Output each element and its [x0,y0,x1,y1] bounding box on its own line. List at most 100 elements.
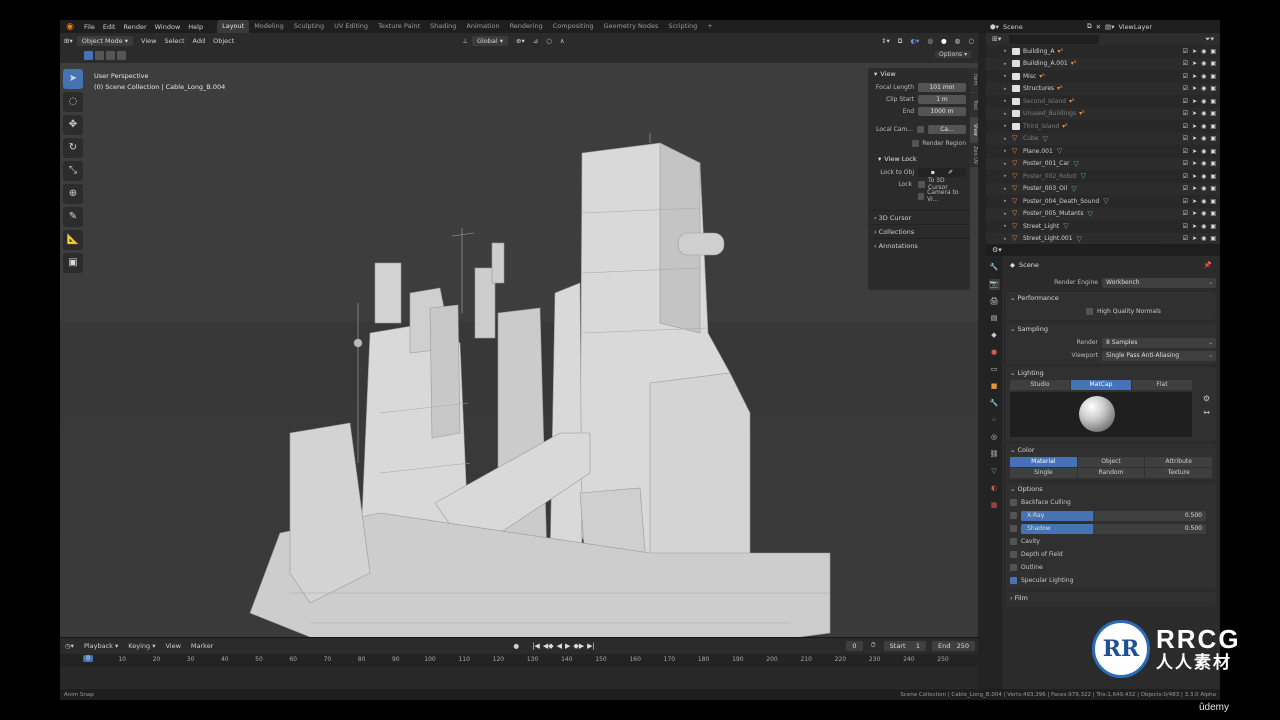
scene-name[interactable]: Scene [1003,23,1083,31]
camera-icon[interactable]: ▣ [1210,148,1216,155]
filter-icon[interactable]: ⏷▾ [1205,35,1214,44]
specular-checkbox[interactable] [1010,577,1017,584]
add-workspace-icon[interactable]: + [702,20,717,33]
menu-playback[interactable]: Playback ▾ [79,642,123,650]
matcap-preview[interactable] [1010,392,1192,437]
collection-tab-icon[interactable]: ▭ [989,364,1000,375]
eye-icon[interactable]: ◉ [1201,60,1206,67]
record-icon[interactable]: ● [508,642,524,650]
outliner-row[interactable]: ▸ ▽ Poster_001_Car ▽ ☑ ➤ ◉ ▣ [986,157,1220,170]
color-mode-option[interactable]: Texture [1145,468,1213,478]
clock-icon[interactable]: ◷▾ [60,642,79,650]
rotate-tool-icon[interactable]: ↻ [63,138,83,158]
shading-wireframe-icon[interactable]: ◎ [923,37,937,45]
outliner-row[interactable]: ▸ Third_Island ▾⁸ ☑ ➤ ◉ ▣ [986,120,1220,133]
timeline-ruler[interactable]: 0 10 20 30 40 50 60 70 80 90 100 110 120 130 140 150 16… [60,654,978,666]
exclude-checkbox-icon[interactable]: ☑ [1183,110,1188,117]
select-mode-buttons[interactable] [84,51,126,60]
menu-file[interactable]: File [80,23,99,31]
cavity-checkbox[interactable] [1010,538,1017,545]
outliner-row[interactable]: ▸ ▽ Cube ▽ ☑ ➤ ◉ ▣ [986,132,1220,145]
expand-arrow-icon[interactable]: ▸ [1004,173,1012,179]
color-header[interactable]: ⌄ Color [1006,444,1216,457]
color-mode-option[interactable]: Material [1010,457,1077,467]
gizmo-toggle-icon[interactable]: ⇕▾ [877,37,894,45]
outliner-row[interactable]: ▸ ▽ Plane.001 ▽ ☑ ➤ ◉ ▣ [986,145,1220,158]
outliner-row[interactable]: ▸ Misc ▾⁸ ☑ ➤ ◉ ▣ [986,70,1220,83]
options-dropdown[interactable]: Options ▾ [935,51,972,58]
tab-layout[interactable]: Layout [217,20,250,33]
tab-geometry-nodes[interactable]: Geometry Nodes [599,20,664,33]
menu-object[interactable]: Object [209,37,238,45]
selectable-icon[interactable]: ➤ [1192,123,1197,130]
shading-solid-icon[interactable]: ● [937,37,951,45]
expand-arrow-icon[interactable]: ▸ [1004,236,1012,242]
camera-to-view-checkbox[interactable] [918,192,925,200]
stopwatch-icon[interactable]: ⏱ [866,641,881,650]
render-engine-dropdown[interactable]: Workbench ⌄ [1102,277,1216,288]
selectable-icon[interactable]: ➤ [1192,198,1197,205]
camera-icon[interactable]: ▣ [1210,110,1216,117]
selectable-icon[interactable]: ➤ [1192,173,1197,180]
texture-tab-icon[interactable]: ▦ [989,500,1000,511]
outliner-row[interactable]: ▸ Structures ▾⁸ ☑ ➤ ◉ ▣ [986,82,1220,95]
tab-tool[interactable]: Tool [970,93,978,117]
3d-viewport[interactable]: User Perspective (0) Scene Collection | … [60,63,978,637]
playhead[interactable]: 0 [83,655,93,662]
next-keyframe-icon[interactable]: ◆▶ [573,642,584,650]
outliner-row[interactable]: ▸ Unused_Buildings ▾⁸ ☑ ➤ ◉ ▣ [986,107,1220,120]
select-subtract-icon[interactable] [106,51,115,60]
exclude-checkbox-icon[interactable]: ☑ [1183,235,1188,242]
expand-arrow-icon[interactable]: ▸ [1004,198,1012,204]
physics-tab-icon[interactable]: ◎ [989,432,1000,443]
viewlayer-icon[interactable]: ▤▾ [1105,23,1114,31]
lighting-mode-option[interactable]: MatCap [1071,380,1131,390]
xray-slider[interactable]: X-Ray 0.500 [1021,510,1206,521]
output-tab-icon[interactable]: 🖨 [989,296,1000,307]
tab-rendering[interactable]: Rendering [505,20,548,33]
add-cube-tool-icon[interactable]: ▣ [63,253,83,273]
exclude-checkbox-icon[interactable]: ☑ [1183,48,1188,55]
selectable-icon[interactable]: ➤ [1192,210,1197,217]
outliner-search-input[interactable] [1009,34,1100,44]
eye-icon[interactable]: ◉ [1201,73,1206,80]
viewlayer-name[interactable]: ViewLayer [1118,23,1152,31]
expand-arrow-icon[interactable]: ▸ [1004,123,1012,129]
expand-arrow-icon[interactable]: ▸ [1004,61,1012,67]
eye-icon[interactable]: ◉ [1201,160,1206,167]
selectable-icon[interactable]: ➤ [1192,185,1197,192]
local-camera-field[interactable]: Ca... [928,124,966,134]
focal-length-field[interactable]: 101 mm [918,82,966,92]
transform-tool-icon[interactable]: ⊕ [63,184,83,204]
expand-arrow-icon[interactable]: ▸ [1004,148,1012,154]
expand-arrow-icon[interactable]: ▸ [1004,186,1012,192]
cursor-tool-icon[interactable]: ◌ [63,92,83,112]
selectable-icon[interactable]: ➤ [1192,235,1197,242]
eye-icon[interactable]: ◉ [1201,135,1206,142]
expand-arrow-icon[interactable]: ▸ [1004,161,1012,167]
to-3d-cursor-checkbox[interactable] [918,180,925,188]
select-intersect-icon[interactable] [117,51,126,60]
tab-animation[interactable]: Animation [461,20,504,33]
camera-icon[interactable]: ▣ [1210,60,1216,67]
viewport-samples-dropdown[interactable]: Single Pass Anti-Aliasing ⌄ [1102,350,1216,361]
scale-tool-icon[interactable]: ⤡ [63,161,83,181]
color-mode-option[interactable]: Attribute [1145,457,1213,467]
selectable-icon[interactable]: ➤ [1192,98,1197,105]
proportional-edit-icon[interactable]: ○ [542,37,556,45]
backface-culling-checkbox[interactable] [1010,499,1017,506]
lighting-mode-option[interactable]: Flat [1132,380,1192,390]
eye-icon[interactable]: ◉ [1201,173,1206,180]
section-annotations[interactable]: › Annotations [868,238,970,252]
object-tab-icon[interactable]: ■ [989,381,1000,392]
local-camera-checkbox[interactable] [917,125,924,133]
camera-icon[interactable]: ▣ [1210,235,1216,242]
annotate-tool-icon[interactable]: ✎ [63,207,83,227]
move-tool-icon[interactable]: ✥ [63,115,83,135]
camera-icon[interactable]: ▣ [1210,173,1216,180]
constraints-tab-icon[interactable]: ⛓ [989,449,1000,460]
eye-icon[interactable]: ◉ [1201,223,1206,230]
select-tool-icon[interactable]: ➤ [63,69,83,89]
section-collections[interactable]: › Collections [868,224,970,238]
expand-arrow-icon[interactable]: ▸ [1004,86,1012,92]
